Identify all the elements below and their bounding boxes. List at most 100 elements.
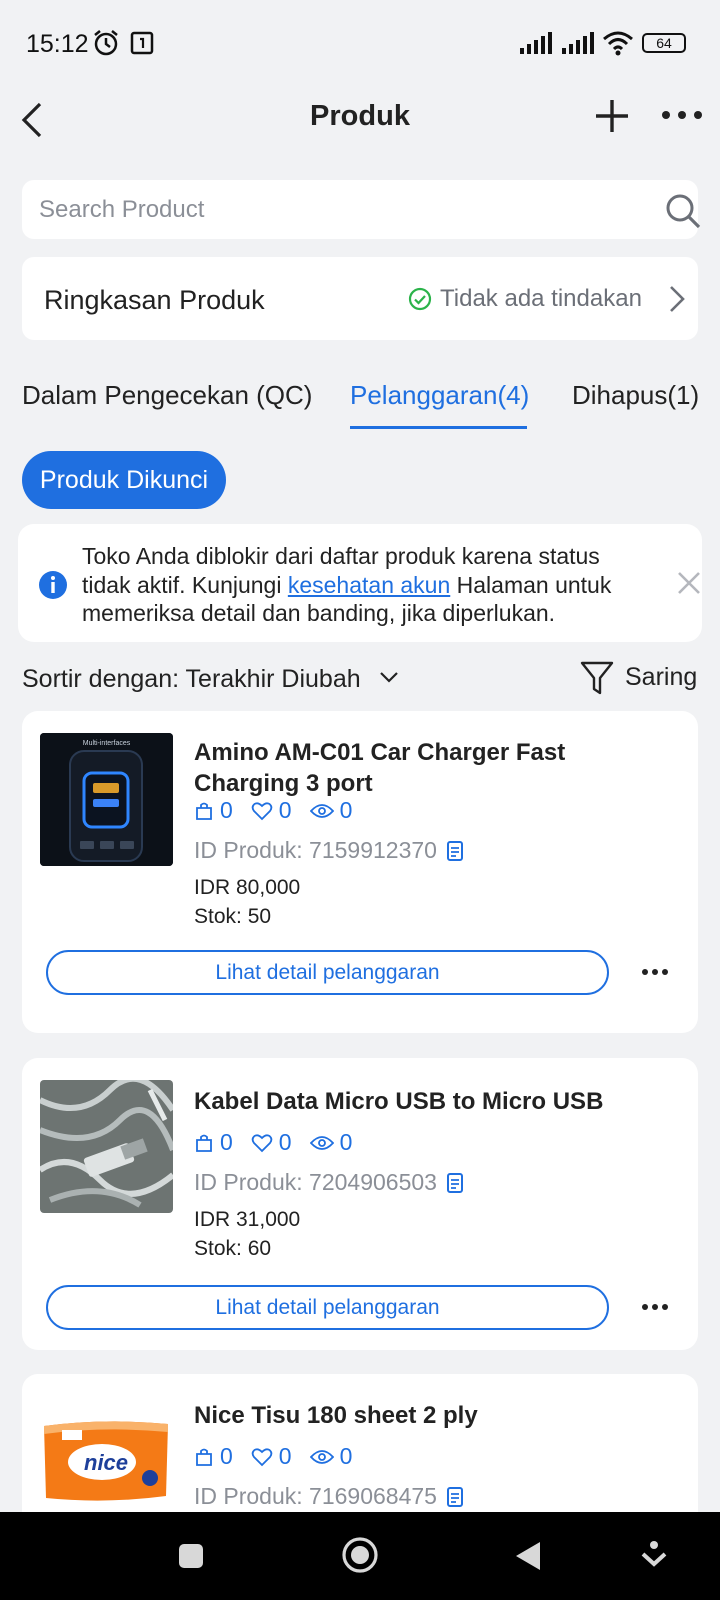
product-id: ID Produk: 7169068475 bbox=[194, 1483, 465, 1510]
product-name[interactable]: Amino AM-C01 Car Charger Fast Charging 3… bbox=[194, 737, 664, 799]
search-input[interactable]: Search Product bbox=[39, 196, 204, 224]
product-stock: Stok: 60 bbox=[194, 1237, 272, 1260]
alarm-icon bbox=[94, 30, 118, 56]
system-nav-bar bbox=[0, 1512, 720, 1600]
likes-count: 0 bbox=[278, 1129, 292, 1155]
chevron-right-icon bbox=[670, 286, 685, 312]
product-summary-row[interactable]: Ringkasan Produk Tidak ada tindakan bbox=[22, 257, 698, 340]
close-icon[interactable] bbox=[676, 570, 702, 596]
filter-icon[interactable] bbox=[580, 660, 614, 696]
thumbnail-caption: Multi-interfaces bbox=[82, 740, 131, 747]
notification-icon bbox=[130, 31, 154, 55]
sold-stat: 0 bbox=[194, 1129, 233, 1156]
product-thumbnail[interactable]: Multi-interfaces bbox=[40, 733, 173, 866]
copy-icon[interactable] bbox=[445, 840, 465, 862]
shopping-bag-icon bbox=[196, 1448, 212, 1466]
views-count: 0 bbox=[339, 1443, 353, 1469]
keyboard-hide-icon[interactable] bbox=[640, 1540, 668, 1572]
info-notice: Toko Anda diblokir dari daftar produk ka… bbox=[18, 524, 702, 642]
likes-stat: 0 bbox=[251, 1129, 292, 1156]
shopping-bag-icon bbox=[196, 1134, 212, 1152]
heart-icon bbox=[251, 1133, 273, 1152]
likes-count: 0 bbox=[278, 1443, 292, 1469]
product-stats: 0 0 0 bbox=[194, 1129, 352, 1156]
check-circle-icon bbox=[408, 287, 432, 311]
product-thumbnail[interactable]: nice bbox=[40, 1396, 173, 1529]
filter-button-label[interactable]: Saring bbox=[625, 663, 697, 692]
product-thumbnail[interactable] bbox=[40, 1080, 173, 1213]
status-tabs: Dalam Pengecekan (QC) Pelanggaran(4) Dih… bbox=[0, 370, 720, 430]
product-id-text: ID Produk: 7169068475 bbox=[194, 1483, 437, 1509]
sort-filter-bar: Sortir dengan: Terakhir Diubah Saring bbox=[0, 660, 720, 700]
product-id: ID Produk: 7159912370 bbox=[194, 837, 465, 864]
home-icon[interactable] bbox=[341, 1536, 379, 1574]
likes-stat: 0 bbox=[251, 1443, 292, 1470]
tab-deleted[interactable]: Dihapus(1) bbox=[572, 380, 699, 411]
product-id-text: ID Produk: 7159912370 bbox=[194, 837, 437, 863]
signal-icon bbox=[520, 32, 552, 54]
sort-dropdown[interactable]: Sortir dengan: Terakhir Diubah bbox=[22, 665, 361, 694]
thumbnail-brand-text: nice bbox=[84, 1450, 129, 1475]
tab-qc[interactable]: Dalam Pengecekan (QC) bbox=[22, 380, 312, 411]
view-violation-detail-button[interactable]: Lihat detail pelanggaran bbox=[46, 1285, 609, 1330]
wifi-icon bbox=[603, 31, 633, 56]
app-header: Produk bbox=[0, 86, 720, 166]
copy-icon[interactable] bbox=[445, 1172, 465, 1194]
car-charger-image bbox=[40, 733, 173, 866]
product-card: Kabel Data Micro USB to Micro USB 0 0 0 … bbox=[22, 1058, 698, 1350]
battery-icon: 64 bbox=[642, 33, 686, 53]
recent-apps-icon[interactable] bbox=[177, 1542, 205, 1570]
filter-chip-locked[interactable]: Produk Dikunci bbox=[22, 451, 226, 509]
summary-status-text: Tidak ada tindakan bbox=[440, 285, 642, 312]
search-icon[interactable] bbox=[664, 192, 702, 230]
eye-icon bbox=[309, 1449, 334, 1464]
product-stock: Stok: 50 bbox=[194, 905, 272, 928]
product-stats: 0 0 0 bbox=[194, 1443, 352, 1470]
status-bar: 15:12 64 bbox=[0, 0, 720, 86]
product-price: IDR 31,000 bbox=[194, 1208, 301, 1231]
product-card: nice Nice Tisu 180 sheet 2 ply 0 0 0 ID … bbox=[22, 1374, 698, 1534]
product-price: IDR 80,000 bbox=[194, 876, 301, 899]
tab-violations[interactable]: Pelanggaran(4) bbox=[350, 380, 529, 411]
account-health-link[interactable]: kesehatan akun bbox=[288, 572, 450, 598]
sold-stat: 0 bbox=[194, 797, 233, 824]
summary-label: Ringkasan Produk bbox=[44, 285, 265, 315]
eye-icon bbox=[309, 803, 334, 818]
copy-icon[interactable] bbox=[445, 1486, 465, 1508]
add-product-icon[interactable] bbox=[592, 96, 632, 136]
product-id-text: ID Produk: 7204906503 bbox=[194, 1169, 437, 1195]
heart-icon bbox=[251, 1447, 273, 1466]
sold-count: 0 bbox=[220, 797, 233, 823]
usb-cable-image bbox=[40, 1080, 173, 1213]
product-card: Multi-interfaces Amino AM-C01 Car Charge… bbox=[22, 711, 698, 1033]
status-time: 15:12 bbox=[26, 30, 89, 58]
summary-status: Tidak ada tindakan bbox=[408, 285, 642, 313]
more-options-icon[interactable] bbox=[640, 966, 670, 978]
search-bar[interactable]: Search Product bbox=[22, 180, 701, 239]
views-stat: 0 bbox=[309, 797, 353, 824]
more-options-icon[interactable] bbox=[660, 98, 704, 132]
product-name[interactable]: Kabel Data Micro USB to Micro USB bbox=[194, 1086, 664, 1117]
sold-count: 0 bbox=[220, 1129, 233, 1155]
product-stats: 0 0 0 bbox=[194, 797, 352, 824]
chevron-down-icon[interactable] bbox=[378, 666, 400, 688]
product-name[interactable]: Nice Tisu 180 sheet 2 ply bbox=[194, 1400, 664, 1431]
views-stat: 0 bbox=[309, 1129, 353, 1156]
views-count: 0 bbox=[339, 1129, 353, 1155]
eye-icon bbox=[309, 1135, 334, 1150]
views-count: 0 bbox=[339, 797, 353, 823]
product-id: ID Produk: 7204906503 bbox=[194, 1169, 465, 1196]
more-options-icon[interactable] bbox=[640, 1301, 670, 1313]
heart-icon bbox=[251, 801, 273, 820]
likes-stat: 0 bbox=[251, 797, 292, 824]
signal-icon-2 bbox=[562, 32, 594, 54]
shopping-bag-icon bbox=[196, 802, 212, 820]
likes-count: 0 bbox=[278, 797, 292, 823]
view-violation-detail-button[interactable]: Lihat detail pelanggaran bbox=[46, 950, 609, 995]
notice-text: Toko Anda diblokir dari daftar produk ka… bbox=[82, 542, 642, 628]
views-stat: 0 bbox=[309, 1443, 353, 1470]
back-nav-icon[interactable] bbox=[514, 1540, 542, 1572]
sold-stat: 0 bbox=[194, 1443, 233, 1470]
info-icon bbox=[39, 571, 67, 599]
active-tab-indicator bbox=[350, 426, 527, 429]
